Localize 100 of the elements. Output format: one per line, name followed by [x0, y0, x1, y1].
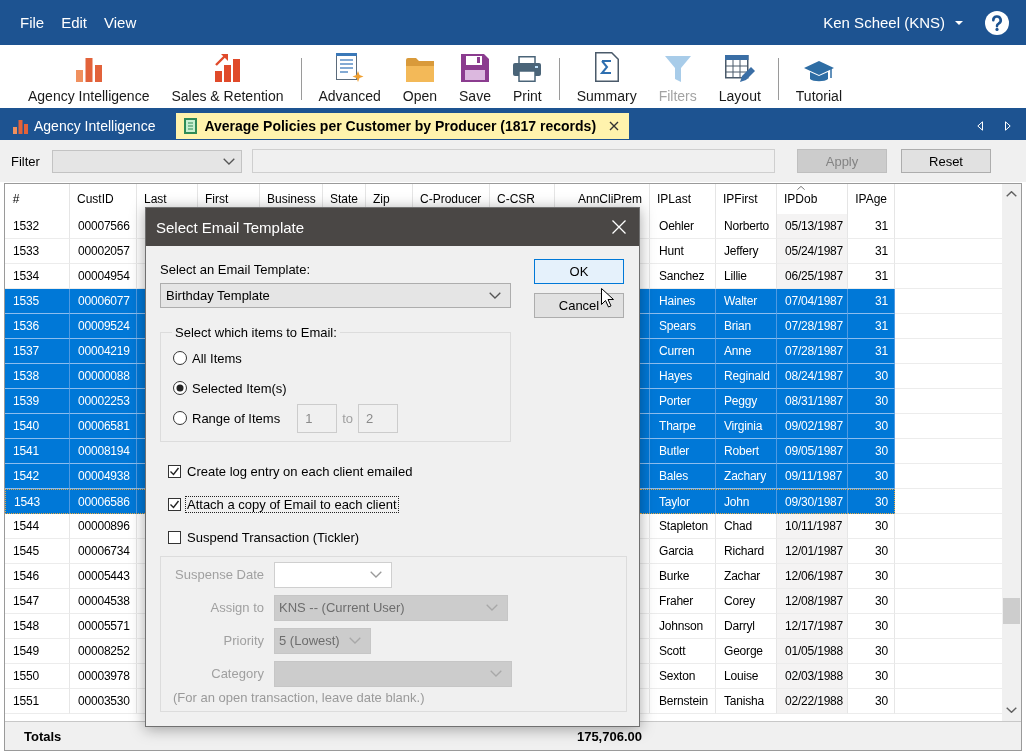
menu-item[interactable]: Edit	[58, 12, 91, 33]
table-cell[interactable]: 09/02/1987	[777, 414, 848, 439]
toolbar-button[interactable]: Layout	[707, 45, 772, 108]
table-cell[interactable]: 05/24/1987	[777, 239, 848, 264]
table-cell[interactable]: 00008252	[70, 639, 145, 664]
menu-item[interactable]: File	[17, 12, 48, 33]
table-cell[interactable]: 31	[848, 289, 895, 314]
table-cell[interactable]: Stapleton	[640, 514, 716, 539]
column-header[interactable]: #	[12, 186, 20, 206]
table-cell[interactable]: 12/17/1987	[777, 614, 848, 639]
table-cell[interactable]: 08/31/1987	[777, 389, 848, 414]
table-cell[interactable]: Peggy	[716, 389, 777, 414]
toolbar-button[interactable]: Summary	[565, 45, 648, 108]
table-cell[interactable]: 02/03/1988	[777, 664, 848, 689]
table-cell[interactable]: 00004954	[70, 264, 145, 289]
table-cell[interactable]: 09/30/1987	[777, 489, 848, 514]
table-cell[interactable]: Curren	[640, 339, 716, 364]
table-cell[interactable]: Garcia	[640, 539, 716, 564]
table-cell[interactable]: 05/13/1987	[777, 214, 848, 239]
table-cell[interactable]: 1536	[5, 314, 70, 339]
table-cell[interactable]: 30	[848, 389, 895, 414]
column-header[interactable]: State	[330, 186, 359, 206]
column-header[interactable]: C-Producer	[420, 186, 482, 206]
table-cell[interactable]: 1550	[5, 664, 70, 689]
table-cell[interactable]: Jeffery	[716, 239, 777, 264]
table-cell[interactable]: 1540	[5, 414, 70, 439]
table-cell[interactable]: 30	[848, 639, 895, 664]
table-cell[interactable]: 09/05/1987	[777, 439, 848, 464]
checkbox-icon[interactable]	[168, 531, 181, 544]
table-cell[interactable]: 00004219	[70, 339, 145, 364]
table-cell[interactable]: 00000896	[70, 514, 145, 539]
table-cell[interactable]: Porter	[640, 389, 716, 414]
table-cell[interactable]: 00003978	[70, 664, 145, 689]
toolbar-button[interactable]: Tutorial	[784, 45, 853, 108]
table-cell[interactable]: Sanchez	[640, 264, 716, 289]
dialog-button[interactable]: OK	[534, 259, 624, 284]
table-cell[interactable]: 12/01/1987	[777, 539, 848, 564]
toolbar-button[interactable]: Advanced	[307, 45, 392, 108]
table-cell[interactable]: John	[716, 489, 777, 514]
toolbar-button[interactable]: Print	[501, 45, 553, 108]
column-header[interactable]: Zip	[373, 186, 390, 206]
table-cell[interactable]: 31	[848, 314, 895, 339]
table-cell[interactable]: 1545	[5, 539, 70, 564]
table-cell[interactable]: Reginald	[716, 364, 777, 389]
table-cell[interactable]: 07/04/1987	[777, 289, 848, 314]
table-cell[interactable]: 00004538	[70, 589, 145, 614]
toolbar-button[interactable]: Open	[391, 45, 449, 108]
table-cell[interactable]: 12/08/1987	[777, 589, 848, 614]
toolbar-button[interactable]: Agency Intelligence	[17, 45, 161, 108]
table-cell[interactable]: 00006586	[70, 489, 145, 514]
table-cell[interactable]: Virginia	[716, 414, 777, 439]
table-cell[interactable]: 30	[848, 414, 895, 439]
table-cell[interactable]: Zachar	[716, 564, 777, 589]
table-cell[interactable]: 1546	[5, 564, 70, 589]
date-field[interactable]	[274, 561, 392, 588]
table-cell[interactable]: Oehler	[640, 214, 716, 239]
user-menu[interactable]: Ken Scheel (KNS)	[823, 14, 963, 31]
column-header[interactable]: AnnCliPrem	[577, 186, 642, 206]
table-cell[interactable]: Louise	[716, 664, 777, 689]
table-cell[interactable]: 1532	[5, 214, 70, 239]
table-cell[interactable]: Brian	[716, 314, 777, 339]
table-cell[interactable]: Hayes	[640, 364, 716, 389]
table-cell[interactable]: 1548	[5, 614, 70, 639]
table-cell[interactable]: Norberto	[716, 214, 777, 239]
chevron-up-icon[interactable]	[1006, 191, 1017, 197]
table-cell[interactable]: 00009524	[70, 314, 145, 339]
table-cell[interactable]: Taylor	[640, 489, 716, 514]
table-cell[interactable]: Walter	[716, 289, 777, 314]
table-cell[interactable]: Scott	[640, 639, 716, 664]
table-cell[interactable]: Chad	[716, 514, 777, 539]
table-cell[interactable]: Bales	[640, 464, 716, 489]
table-cell[interactable]: 1533	[5, 239, 70, 264]
table-cell[interactable]: Bernstein	[640, 689, 716, 714]
filter-button[interactable]: Reset	[901, 149, 991, 173]
checkbox-label[interactable]: Create log entry on each client emailed	[186, 464, 414, 479]
column-header[interactable]: IPAge	[855, 186, 887, 206]
table-cell[interactable]: 1542	[5, 464, 70, 489]
template-dropdown[interactable]: Birthday Template	[160, 283, 511, 308]
table-cell[interactable]: 31	[848, 339, 895, 364]
table-cell[interactable]: 1538	[5, 364, 70, 389]
checkbox-label[interactable]: Attach a copy of Email to each client	[186, 497, 398, 512]
scrollbar[interactable]	[1002, 184, 1021, 721]
table-cell[interactable]: Darryl	[716, 614, 777, 639]
table-cell[interactable]: 1543	[5, 489, 70, 514]
radio-icon[interactable]	[173, 351, 187, 365]
table-cell[interactable]: 30	[848, 514, 895, 539]
table-cell[interactable]: Robert	[716, 439, 777, 464]
column-header[interactable]: Last	[144, 186, 167, 206]
table-cell[interactable]: 00002057	[70, 239, 145, 264]
table-cell[interactable]: 30	[848, 439, 895, 464]
table-cell[interactable]: 31	[848, 239, 895, 264]
table-cell[interactable]: 00002253	[70, 389, 145, 414]
radio-label[interactable]: All Items	[192, 350, 242, 366]
table-cell[interactable]: Zachary	[716, 464, 777, 489]
scroll-right-icon[interactable]	[1005, 121, 1011, 131]
table-cell[interactable]: 00004938	[70, 464, 145, 489]
scroll-left-icon[interactable]	[977, 121, 983, 131]
table-cell[interactable]: Butler	[640, 439, 716, 464]
table-cell[interactable]: 00006734	[70, 539, 145, 564]
scrollbar-thumb[interactable]	[1003, 598, 1020, 624]
